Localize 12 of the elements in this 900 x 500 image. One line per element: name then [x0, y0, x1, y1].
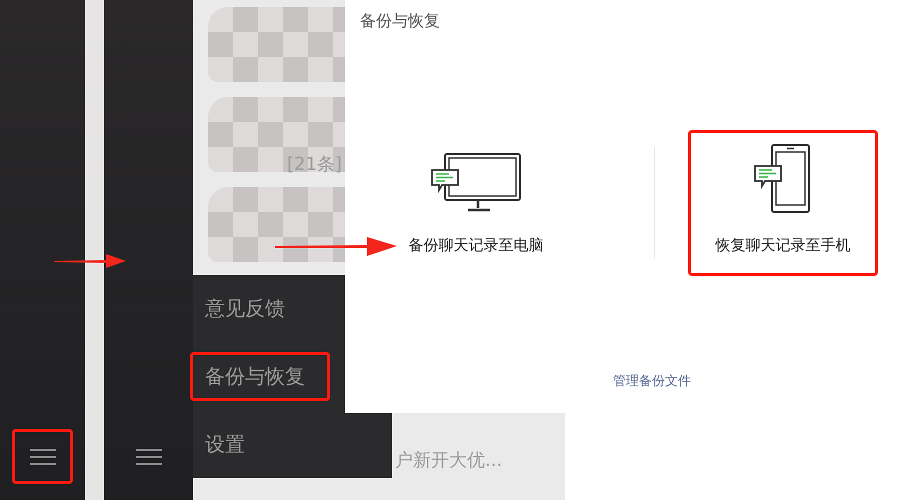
menu-item[interactable]: 设置 [190, 420, 330, 469]
monitor-chat-icon [430, 152, 522, 214]
dialog-title: 备份与恢复 [359, 10, 441, 32]
menu-icon [134, 448, 162, 466]
manage-backups-link[interactable]: 管理备份文件 [613, 374, 691, 389]
phone-chat-icon [753, 144, 813, 214]
pointer-arrow [54, 253, 126, 269]
menu-item[interactable]: 备份与恢复 [190, 352, 330, 401]
menu-icon [28, 448, 56, 466]
menu-button[interactable] [12, 429, 73, 484]
option-button[interactable]: 恢复聊天记录至手机 [688, 130, 878, 276]
menu-item[interactable]: 意见反馈 [190, 284, 330, 334]
